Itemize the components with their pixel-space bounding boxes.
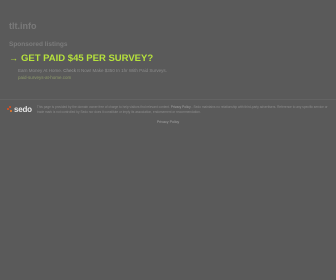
sedo-logo-text: sedo — [14, 105, 32, 114]
disclaimer-privacy-link[interactable]: Privacy Policy — [171, 105, 191, 109]
ad-description-end: It Now! Make $350 In 1hr With Paid Surve… — [76, 68, 167, 73]
ad-description-start: Earn Money At Home. — [18, 68, 64, 73]
ad-display-url[interactable]: paid-surveys-at-home.com — [18, 74, 309, 81]
ad-headline-text: GET PAID $45 PER SURVEY? — [21, 53, 154, 64]
disclaimer-start: This page is provided by the domain owne… — [36, 105, 171, 109]
site-title: tlt.info — [9, 21, 37, 31]
ad-headline-link[interactable]: → GET PAID $45 PER SURVEY? — [9, 53, 309, 64]
ad-description: Earn Money At Home. Check It Now! Make $… — [18, 67, 309, 74]
ad-description-highlight: Check — [63, 68, 77, 73]
parked-domain-page: tlt.info Sponsored listings → GET PAID $… — [0, 0, 336, 280]
sedo-mark-icon — [7, 104, 13, 115]
arrow-right-icon: → — [9, 53, 18, 63]
footer-divider — [0, 99, 336, 100]
disclaimer-text: This page is provided by the domain owne… — [37, 104, 329, 114]
sedo-logo[interactable]: sedo — [7, 104, 32, 115]
footer: sedo This page is provided by the domain… — [7, 104, 329, 115]
sponsored-listings-heading: Sponsored listings — [9, 41, 68, 48]
ad-listing: → GET PAID $45 PER SURVEY? Earn Money At… — [9, 53, 309, 81]
privacy-policy-link[interactable]: Privacy Policy — [0, 120, 336, 124]
